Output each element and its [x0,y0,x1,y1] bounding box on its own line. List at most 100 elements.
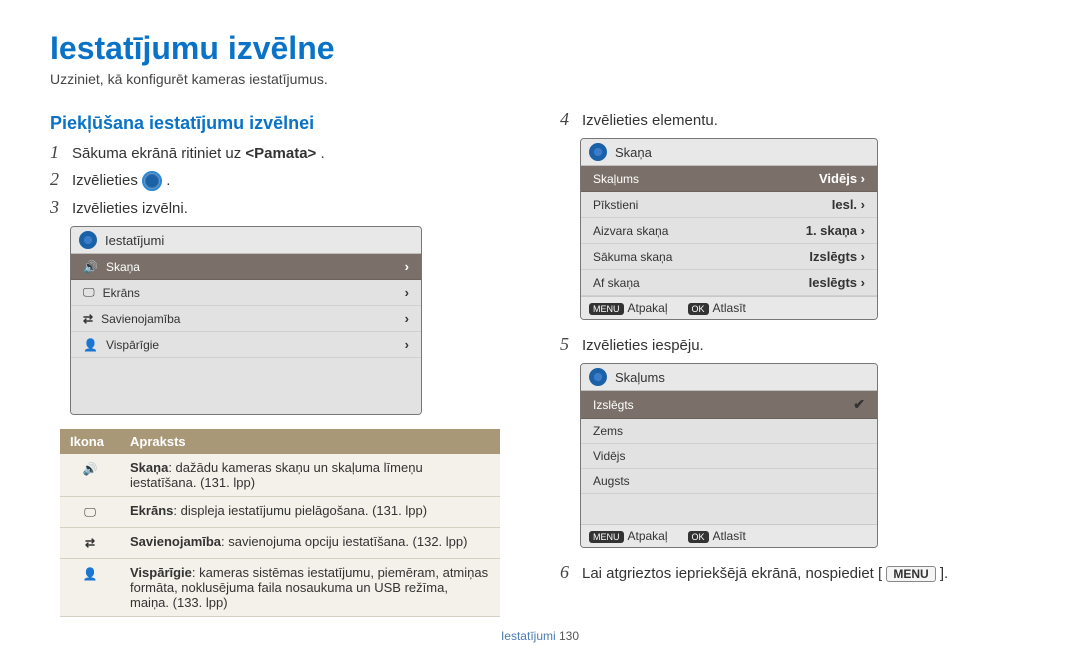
menu-item-label: Ekrāns [103,286,140,300]
menu-item-connectivity[interactable]: Savienojamība › [71,306,421,332]
step-text: Izvēlieties iespēju. [582,337,704,354]
step-bold: <Pamata> [245,145,316,162]
menu-item-high[interactable]: Augsts [581,469,877,494]
menu-item-low[interactable]: Zems [581,419,877,444]
chevron-right-icon: › [405,259,409,274]
menu-key-pill: MENU [589,303,624,315]
menu-item-medium[interactable]: Vidējs [581,444,877,469]
footer-section: Iestatījumi [501,629,556,643]
menu-item-af-sound[interactable]: Af skaņa Ieslēgts › [581,270,877,296]
step-6: 6 Lai atgrieztos iepriekšējā ekrānā, nos… [560,562,1030,583]
table-row: Skaņa: dažādu kameras skaņu un skaļuma l… [60,454,500,497]
speaker-icon [83,460,98,477]
step-text: Lai atgrieztos iepriekšējā ekrānā, nospi… [582,565,882,582]
sound-panel: Skaņa Skaļums Vidējs › Pīkstieni Iesl. ›… [580,138,878,320]
step-text: . [320,145,324,162]
step-number: 2 [50,169,64,190]
row-key: Sākuma skaņa [593,250,672,264]
footer-page-number: 130 [559,629,579,643]
menu-item-sound[interactable]: Skaņa › [71,254,421,280]
footer-back: Atpakaļ [628,529,668,543]
menu-item-label: Vispārīgie [106,338,159,352]
legend-bold: Skaņa [130,460,168,475]
screen-icon [83,285,95,300]
legend-header-desc: Apraksts [120,429,500,454]
row-key: Aizvara skaņa [593,224,668,238]
menu-item-label: Skaņa [106,260,140,274]
gear-icon [589,143,607,161]
step-3: 3 Izvēlieties izvēlni. [50,197,520,218]
connect-icon [85,534,95,551]
chevron-right-icon: › [405,337,409,352]
row-key: Af skaņa [593,276,640,290]
step-4: 4 Izvēlieties elementu. [560,109,1030,130]
speaker-icon [83,260,98,274]
step-2: 2 Izvēlieties . [50,169,520,191]
menu-item-label: Savienojamība [101,312,180,326]
legend-bold: Ekrāns [130,503,173,518]
legend-header-icon: Ikona [60,429,120,454]
right-column: 4 Izvēlieties elementu. Skaņa Skaļums Vi… [560,103,1030,617]
legend-bold: Savienojamība [130,534,221,549]
menu-item-general[interactable]: Vispārīgie › [71,332,421,358]
menu-item-beep[interactable]: Pīkstieni Iesl. › [581,192,877,218]
panel-title: Skaļums [615,370,665,385]
row-value: Iesl. [832,197,857,212]
legend-bold: Vispārīgie [130,565,192,580]
ok-key-pill: OK [688,303,709,315]
step-5: 5 Izvēlieties iespēju. [560,334,1030,355]
gear-icon [79,231,97,249]
step-text: Izvēlieties izvēlni. [72,200,188,217]
footer-ok: Atlasīt [713,529,746,543]
chevron-right-icon: › [405,311,409,326]
legend-table: Ikona Apraksts Skaņa: dažādu kameras ska… [60,429,500,617]
step-text: ]. [940,565,948,582]
person-icon [83,565,98,582]
subheading: Piekļūšana iestatījumu izvēlnei [50,113,520,134]
legend-text: : dažādu kameras skaņu un skaļuma līmeņu… [130,460,423,490]
row-key: Augsts [593,474,630,488]
row-value: Vidējs [819,171,857,186]
table-row: Vispārīgie: kameras sistēmas iestatījumu… [60,559,500,617]
menu-item-screen[interactable]: Ekrāns › [71,280,421,306]
table-row: Ekrāns: displeja iestatījumu pielāgošana… [60,497,500,528]
footer-ok: Atlasīt [713,301,746,315]
step-number: 5 [560,334,574,355]
step-number: 6 [560,562,574,583]
menu-button-label: MENU [886,566,935,582]
row-value: Ieslēgts [809,275,857,290]
row-value: 1. skaņa [806,223,857,238]
menu-item-startup[interactable]: Sākuma skaņa Izslēgts › [581,244,877,270]
volume-panel: Skaļums Izslēgts ✔ Zems Vidējs Augsts [580,363,878,548]
step-text: Izvēlieties [72,172,142,189]
chevron-right-icon: › [405,285,409,300]
step-text: Izvēlieties elementu. [582,112,718,129]
step-1: 1 Sākuma ekrānā ritiniet uz <Pamata> . [50,142,520,163]
table-row: Savienojamība: savienojuma opciju iestat… [60,528,500,559]
settings-list-panel: Iestatījumi Skaņa › Ekrāns › Savienojamī… [70,226,422,415]
step-text: . [166,172,170,189]
menu-key-pill: MENU [589,531,624,543]
step-number: 4 [560,109,574,130]
page-title: Iestatījumu izvēlne [50,30,1030,67]
row-value: Izslēgts [809,249,857,264]
menu-item-off[interactable]: Izslēgts ✔ [581,391,877,419]
row-key: Skaļums [593,172,639,186]
row-key: Izslēgts [593,398,634,412]
panel-title: Iestatījumi [105,233,164,248]
check-icon: ✔ [853,396,865,413]
panel-title: Skaņa [615,145,652,160]
screen-icon [84,503,96,520]
step-text: Sākuma ekrānā ritiniet uz [72,145,245,162]
row-key: Zems [593,424,623,438]
gear-icon [589,368,607,386]
settings-icon [142,171,162,191]
menu-item-volume[interactable]: Skaļums Vidējs › [581,166,877,192]
footer-back: Atpakaļ [628,301,668,315]
row-key: Vidējs [593,449,625,463]
step-number: 1 [50,142,64,163]
legend-text: : savienojuma opciju iestatīšana. (132. … [221,534,467,549]
left-column: Piekļūšana iestatījumu izvēlnei 1 Sākuma… [50,103,520,617]
connect-icon [83,312,93,326]
menu-item-shutter[interactable]: Aizvara skaņa 1. skaņa › [581,218,877,244]
